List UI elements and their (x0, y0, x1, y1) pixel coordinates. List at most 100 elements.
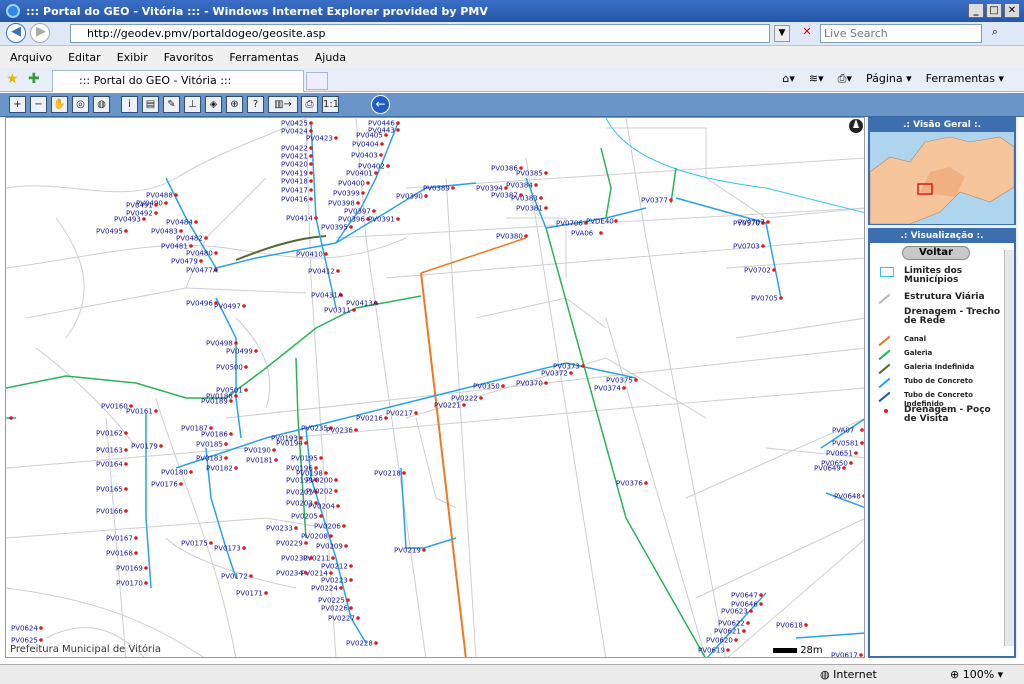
voltar-button[interactable]: Voltar (902, 246, 970, 260)
pv-point[interactable] (234, 341, 238, 345)
pv-point[interactable] (329, 571, 333, 575)
pv-point[interactable] (319, 456, 323, 460)
pv-point[interactable] (614, 219, 618, 223)
pv-point[interactable] (304, 541, 308, 545)
pv-point[interactable] (356, 201, 360, 205)
pv-point[interactable] (634, 378, 638, 382)
pv-point[interactable] (544, 171, 548, 175)
pv-point[interactable] (242, 546, 246, 550)
menu-ferramentas[interactable]: Ferramentas (229, 51, 298, 64)
pv-point[interactable] (224, 442, 228, 446)
pv-point[interactable] (862, 494, 865, 498)
export-icon[interactable]: ▥→ (268, 96, 298, 113)
pv-point[interactable] (344, 544, 348, 548)
pv-point[interactable] (331, 556, 335, 560)
menu-arquivo[interactable]: Arquivo (10, 51, 52, 64)
pv-point[interactable] (422, 548, 426, 552)
pv-point[interactable] (402, 471, 406, 475)
pv-point[interactable] (199, 259, 203, 263)
pv-point[interactable] (349, 225, 353, 229)
pv-point[interactable] (336, 269, 340, 273)
pv-point[interactable] (144, 566, 148, 570)
pv-point[interactable] (349, 578, 353, 582)
pv-point[interactable] (859, 653, 863, 657)
pv-point[interactable] (349, 564, 353, 568)
pv-point[interactable] (726, 648, 730, 652)
pv-point[interactable] (352, 308, 356, 312)
pv-point[interactable] (214, 301, 218, 305)
pv-point[interactable] (9, 416, 13, 420)
scale-ratio-button[interactable]: 1:1 (322, 96, 339, 113)
feeds-icon[interactable]: ≋▾ (809, 72, 824, 86)
pv-point[interactable] (334, 136, 338, 140)
ferramentas-menu[interactable]: Ferramentas ▾ (926, 72, 1004, 86)
pv-point[interactable] (361, 191, 365, 195)
pv-point[interactable] (539, 196, 543, 200)
pv-point[interactable] (134, 536, 138, 540)
zoom-in-icon[interactable]: + (9, 96, 26, 113)
select-icon[interactable]: ⊕ (226, 96, 243, 113)
pv-point[interactable] (746, 621, 750, 625)
pv-point[interactable] (336, 504, 340, 508)
pv-point[interactable] (669, 198, 673, 202)
pv-point[interactable] (309, 146, 313, 150)
pv-point[interactable] (179, 482, 183, 486)
pv-point[interactable] (244, 365, 248, 369)
pv-point[interactable] (339, 586, 343, 590)
pv-point[interactable] (414, 411, 418, 415)
pv-point[interactable] (356, 616, 360, 620)
pv-point[interactable] (386, 164, 390, 168)
pv-point[interactable] (734, 638, 738, 642)
pv-point[interactable] (314, 216, 318, 220)
search-icon[interactable]: ⌕ (986, 25, 1004, 42)
pv-point[interactable] (144, 581, 148, 585)
pv-point[interactable] (372, 209, 376, 213)
pv-point[interactable] (264, 591, 268, 595)
pv-point[interactable] (224, 456, 228, 460)
pv-point[interactable] (599, 231, 603, 235)
pv-point[interactable] (396, 217, 400, 221)
pv-point[interactable] (772, 268, 776, 272)
pv-point[interactable] (374, 171, 378, 175)
pv-point[interactable] (309, 162, 313, 166)
map-svg[interactable]: PV0425PV0424PV0423PV0422PV0421PV0420PV04… (6, 118, 865, 658)
pv-point[interactable] (346, 598, 350, 602)
pv-point[interactable] (804, 623, 808, 627)
back-button[interactable]: ◀ (6, 23, 26, 43)
maximize-button[interactable]: □ (986, 3, 1002, 18)
pv-point[interactable] (380, 142, 384, 146)
pv-point[interactable] (209, 426, 213, 430)
pv-point[interactable] (761, 244, 765, 248)
query-icon[interactable]: ▤ (142, 96, 159, 113)
pv-point[interactable] (134, 551, 138, 555)
pv-point[interactable] (124, 431, 128, 435)
pv-point[interactable] (424, 194, 428, 198)
pv-point[interactable] (124, 462, 128, 466)
pv-point[interactable] (214, 251, 218, 255)
favorites-star-icon[interactable]: ★ (6, 71, 19, 87)
pv-point[interactable] (644, 481, 648, 485)
pv-point[interactable] (544, 381, 548, 385)
pv-point[interactable] (309, 121, 313, 125)
help-icon[interactable]: ? (247, 96, 264, 113)
zoom-previous-icon[interactable]: ◍ (93, 96, 110, 113)
pv-point[interactable] (396, 121, 400, 125)
pv-point[interactable] (622, 386, 626, 390)
pv-point[interactable] (766, 220, 770, 224)
url-field[interactable]: http://geodev.pmv/portaldogeo/geosite.as… (70, 24, 770, 43)
pv-point[interactable] (374, 641, 378, 645)
menu-favoritos[interactable]: Favoritos (164, 51, 214, 64)
pv-point[interactable] (319, 514, 323, 518)
pv-point[interactable] (179, 229, 183, 233)
pv-point[interactable] (479, 396, 483, 400)
pv-point[interactable] (159, 444, 163, 448)
stop-button[interactable]: ✕ (798, 25, 816, 42)
identify-icon[interactable]: i (121, 96, 138, 113)
pv-point[interactable] (329, 534, 333, 538)
pv-point[interactable] (294, 526, 298, 530)
pv-point[interactable] (244, 388, 248, 392)
pv-point[interactable] (39, 638, 43, 642)
forward-button[interactable]: ▶ (30, 23, 50, 43)
pv-point[interactable] (519, 193, 523, 197)
layers-icon[interactable]: ◈ (205, 96, 222, 113)
